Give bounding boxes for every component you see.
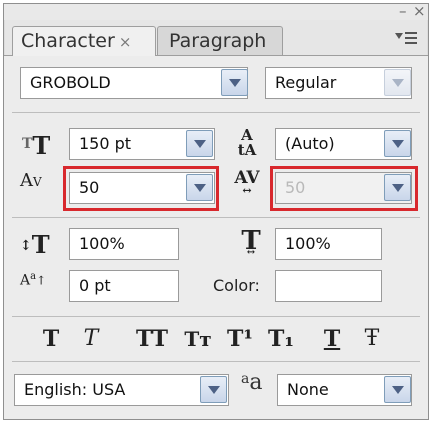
panel-title-bar	[4, 4, 428, 20]
anti-aliasing-dropdown-button[interactable]	[384, 376, 411, 403]
color-label: Color:	[213, 276, 260, 295]
strikethrough-button[interactable]: Ŧ	[359, 326, 385, 354]
panel-menu-icon[interactable]	[395, 30, 419, 48]
tracking-icon: AV ↔	[234, 168, 260, 197]
separator	[12, 316, 420, 317]
subscript-button[interactable]: T₁	[263, 326, 299, 354]
minimize-icon[interactable]: –	[399, 4, 407, 19]
leading-icon: AtA	[237, 126, 257, 159]
tab-character-label: Character	[21, 30, 115, 52]
all-caps-button[interactable]: TT	[132, 326, 172, 354]
font-style-dropdown-button[interactable]	[384, 69, 411, 96]
font-family-field[interactable]: GROBOLD	[20, 67, 248, 99]
tab-character[interactable]: Character ×	[12, 26, 156, 56]
tab-paragraph[interactable]: Paragraph	[157, 26, 283, 56]
vertical-scale-field[interactable]: 100%	[69, 228, 179, 260]
tab-close-icon[interactable]: ×	[119, 33, 132, 51]
leading-dropdown-button[interactable]	[384, 130, 411, 157]
vertical-scale-icon: ↕T	[20, 230, 50, 259]
tracking-dropdown-button[interactable]	[384, 174, 411, 201]
baseline-shift-field[interactable]: 0 pt	[69, 270, 179, 302]
faux-bold-button[interactable]: T	[38, 326, 64, 354]
horizontal-scale-icon: T ↔	[241, 226, 261, 258]
font-family-dropdown-button[interactable]	[221, 69, 248, 96]
superscript-button[interactable]: T¹	[222, 326, 258, 354]
separator	[12, 361, 420, 362]
close-icon[interactable]: ×	[413, 4, 426, 19]
tab-paragraph-label: Paragraph	[169, 30, 267, 52]
language-field[interactable]: English: USA	[14, 374, 229, 406]
faux-italic-button[interactable]: T	[78, 326, 104, 354]
color-swatch[interactable]	[275, 270, 382, 302]
separator	[12, 112, 420, 113]
language-dropdown-button[interactable]	[200, 376, 227, 403]
font-size-icon: TT	[22, 131, 51, 160]
font-size-dropdown-button[interactable]	[186, 130, 213, 157]
anti-aliasing-icon: aaaa	[241, 370, 263, 395]
baseline-shift-icon: Aa↑	[20, 271, 47, 289]
underline-button[interactable]: T	[319, 326, 345, 354]
separator	[12, 217, 420, 218]
kerning-dropdown-button[interactable]	[186, 174, 213, 201]
small-caps-button[interactable]: Tт	[180, 326, 216, 354]
horizontal-scale-field[interactable]: 100%	[275, 228, 382, 260]
kerning-icon: AV	[20, 170, 42, 191]
